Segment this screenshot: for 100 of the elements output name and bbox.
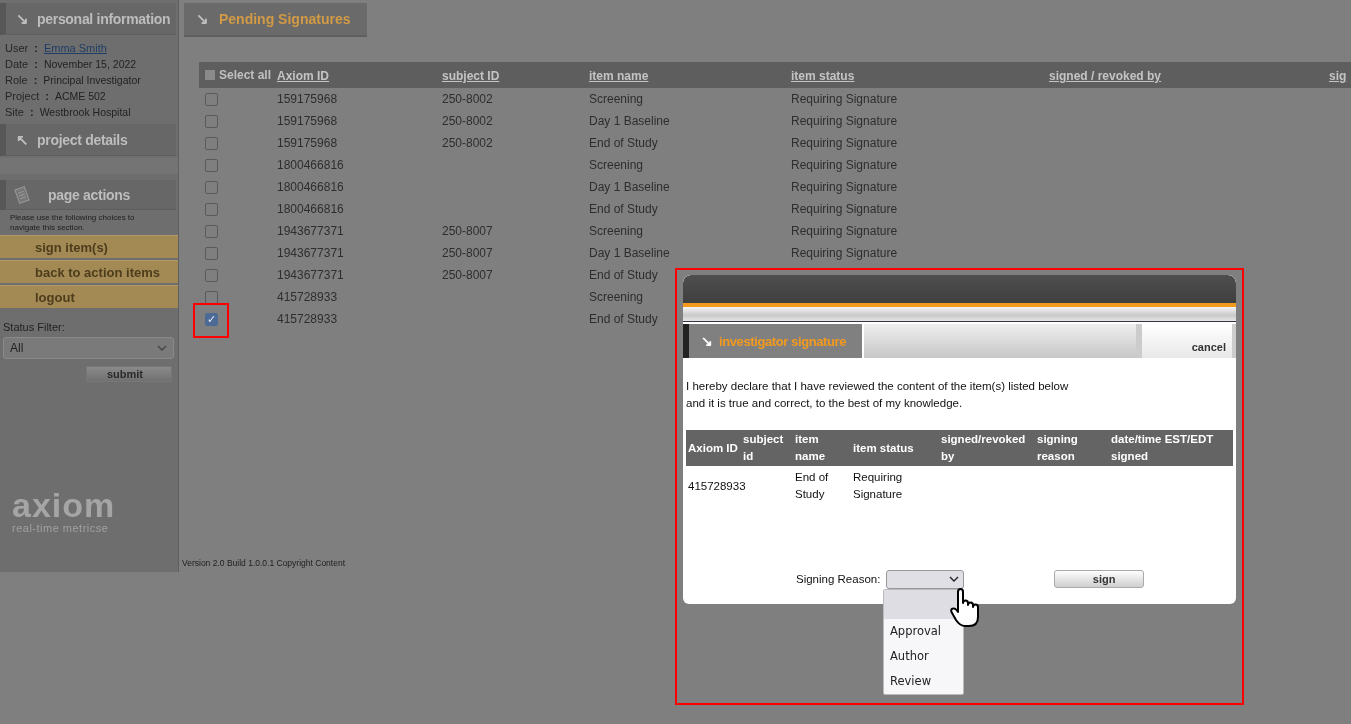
column-header: item name — [794, 432, 827, 464]
table-cell: Requiring Signature — [791, 136, 898, 150]
row-checkbox[interactable] — [205, 180, 218, 194]
row-checkbox[interactable] — [205, 92, 218, 106]
colon: : — [29, 105, 34, 120]
signing-reason-label: Signing Reason: — [796, 573, 881, 585]
colon: : — [45, 89, 49, 104]
instruction-text: Please use the following choices to navigate this section. — [10, 213, 136, 233]
column-header[interactable]: subject ID — [442, 69, 500, 83]
colon: : — [34, 57, 38, 72]
row-checkbox[interactable] — [205, 290, 218, 304]
table-cell: Requiring Signature — [791, 92, 898, 106]
table-cell: 415728933 — [688, 479, 746, 492]
column-header[interactable]: sig — [1329, 69, 1347, 83]
table-cell: End of Study — [589, 312, 658, 326]
version-text: Version 2.0 Build 1.0.0.1 Copyright Content — [182, 558, 347, 568]
dialog-tab[interactable]: ↘ investigator signature — [683, 324, 862, 358]
row-checkbox[interactable] — [205, 246, 218, 260]
dropdown-option[interactable]: Review — [884, 669, 963, 694]
dropdown-option[interactable]: Approval — [884, 619, 963, 644]
table-cell: Requiring Signature — [791, 246, 898, 260]
arrow-icon: ↘ — [196, 10, 209, 28]
status-filter-select[interactable]: All — [3, 337, 174, 359]
table-cell: 250-8007 — [442, 268, 493, 282]
info-value: ACME 502 — [54, 89, 106, 104]
table-cell: Screening — [589, 158, 644, 172]
section-header[interactable]: ↖ project details — [0, 124, 176, 156]
column-header: signing reason — [1036, 432, 1079, 464]
table-cell: 415728933 — [277, 290, 338, 304]
filter-label: Status Filter: — [3, 321, 66, 333]
table-cell: 415728933 — [277, 312, 338, 326]
select-all-label: Select all — [219, 68, 272, 82]
table-cell: Requiring Signature — [853, 471, 903, 500]
table-cell: 1800466816 — [277, 158, 344, 172]
row-checkbox[interactable] — [205, 114, 218, 128]
table-cell: End of Study — [589, 268, 658, 282]
row-checkbox[interactable] — [205, 202, 218, 216]
column-header[interactable]: signed / revoked by — [1049, 69, 1162, 83]
column-header: date/time EST/EDT signed — [1110, 432, 1215, 464]
table-cell: Day 1 Baseline — [589, 114, 670, 128]
arrow-icon: ↘ — [16, 9, 29, 28]
table-cell: End of Study — [795, 471, 829, 500]
section-title: personal information — [37, 10, 171, 27]
info-label: Date — [5, 57, 29, 72]
declaration-text: I hereby declare that I have reviewed the content of the item(s) listed below and it is true and correct, to the best of my knowledge. — [686, 379, 1070, 411]
dialog-tab-title: investigator signature — [719, 333, 846, 349]
table-cell: 1943677371 — [277, 268, 344, 282]
page-title: Pending Signatures — [219, 11, 351, 27]
table-cell: 1943677371 — [277, 224, 344, 238]
table-cell: Requiring Signature — [791, 224, 898, 238]
notepad-icon — [14, 185, 30, 204]
table-cell: Day 1 Baseline — [589, 246, 670, 260]
column-header[interactable]: Axiom ID — [277, 69, 329, 83]
info-value: Principal Investigator — [43, 73, 141, 88]
info-label: User — [5, 41, 29, 56]
table-cell: Requiring Signature — [791, 180, 898, 194]
table-cell: 250-8002 — [442, 136, 493, 150]
table-cell: 1800466816 — [277, 202, 344, 216]
table-cell: 159175968 — [277, 114, 338, 128]
colon: : — [33, 73, 38, 88]
info-label: Site — [5, 105, 24, 120]
table-cell: Screening — [589, 290, 644, 304]
table-cell: 1943677371 — [277, 246, 344, 260]
column-header[interactable]: item status — [791, 69, 855, 83]
info-value: Westbrook Hospital — [39, 105, 131, 120]
row-checkbox[interactable] — [205, 136, 218, 150]
column-header[interactable]: item name — [589, 69, 649, 83]
action-button[interactable]: logout — [0, 285, 178, 308]
sign-button[interactable]: sign — [1054, 570, 1145, 588]
table-cell: 250-8002 — [442, 92, 493, 106]
row-checkbox[interactable] — [205, 158, 218, 172]
table-cell: 250-8002 — [442, 114, 493, 128]
row-checkbox[interactable]: ✓ — [205, 312, 218, 326]
section-title: page actions — [48, 186, 130, 203]
table-cell: 250-8007 — [442, 224, 493, 238]
table-cell: Requiring Signature — [791, 114, 898, 128]
highlight-frame — [193, 303, 229, 338]
arrow-icon: ↘ — [701, 333, 713, 349]
column-header: item status — [852, 440, 915, 456]
column-header: Axiom ID — [687, 440, 739, 456]
column-header: subject id — [742, 432, 785, 464]
select-all-checkbox[interactable] — [205, 70, 215, 80]
row-checkbox[interactable] — [205, 268, 218, 282]
user-link[interactable]: Emma Smith — [43, 40, 107, 56]
table-cell: Screening — [589, 224, 644, 238]
dropdown-option[interactable]: Author — [884, 644, 963, 669]
row-checkbox[interactable] — [205, 224, 218, 238]
table-cell: End of Study — [589, 136, 658, 150]
action-button[interactable]: sign item(s) — [0, 235, 178, 258]
submit-button[interactable]: submit — [86, 366, 172, 382]
cancel-button[interactable]: cancel — [1136, 324, 1236, 358]
info-value: November 15, 2022 — [43, 57, 137, 72]
table-cell: 250-8007 — [442, 246, 493, 260]
colon: : — [34, 41, 38, 56]
action-button[interactable]: back to action items — [0, 260, 178, 283]
chevron-down-icon — [157, 345, 167, 351]
column-header: signed/revoked by — [940, 432, 1027, 464]
section-header[interactable]: ↘ personal information — [0, 3, 176, 35]
table-cell: Screening — [589, 92, 644, 106]
chevron-down-icon — [949, 576, 960, 582]
